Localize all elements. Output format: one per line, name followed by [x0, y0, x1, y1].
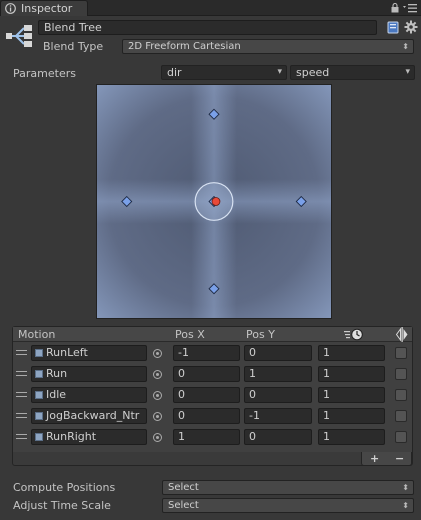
mirror-checkbox[interactable]: [395, 431, 407, 443]
pos-y-field[interactable]: 0: [244, 345, 312, 361]
motion-name: RunRight: [46, 430, 97, 443]
y-parameter-value: speed: [296, 66, 330, 79]
blend-space-visualizer[interactable]: [96, 84, 332, 319]
pos-x-field[interactable]: 1: [173, 429, 240, 445]
animation-clip-icon: [35, 349, 43, 357]
object-picker-icon[interactable]: [153, 370, 162, 379]
motion-name: JogBackward_Ntr: [46, 409, 140, 422]
pos-y-field[interactable]: -1: [244, 408, 312, 424]
blend-tree-icon: [6, 25, 32, 47]
object-picker-icon[interactable]: [153, 391, 162, 400]
column-header-pos-y: Pos Y: [246, 328, 275, 341]
lock-icon[interactable]: [391, 3, 399, 13]
adjust-time-scale-dropdown[interactable]: Select ⬍: [162, 498, 414, 513]
motion-field[interactable]: Idle: [31, 387, 147, 403]
blend-tree-name-field[interactable]: Blend Tree: [38, 20, 377, 35]
compute-positions-label: Compute Positions: [13, 481, 116, 494]
object-picker-icon[interactable]: [153, 433, 162, 442]
mirror-checkbox[interactable]: [395, 389, 407, 401]
time-scale-field[interactable]: 1: [318, 366, 385, 382]
mirror-checkbox[interactable]: [395, 347, 407, 359]
blend-type-value: 2D Freeform Cartesian: [128, 41, 241, 52]
current-position-marker[interactable]: [211, 197, 221, 206]
motion-name: RunLeft: [46, 346, 88, 359]
time-scale-field[interactable]: 1: [318, 429, 385, 445]
updown-arrow-icon: ⬍: [402, 483, 409, 492]
motion-field[interactable]: RunLeft: [31, 345, 147, 361]
drag-handle-icon[interactable]: [16, 434, 27, 439]
pos-x-field[interactable]: 0: [173, 408, 240, 424]
animation-clip-icon: [35, 370, 43, 378]
pos-x-field[interactable]: -1: [173, 345, 240, 361]
drag-handle-icon[interactable]: [16, 371, 27, 376]
x-parameter-dropdown[interactable]: dir ▾: [161, 65, 287, 80]
add-motion-button[interactable]: +: [370, 452, 379, 466]
gear-icon[interactable]: [404, 20, 418, 34]
pos-x-field[interactable]: 0: [173, 387, 240, 403]
blend-type-dropdown[interactable]: 2D Freeform Cartesian ⬍: [122, 39, 414, 54]
remove-motion-button[interactable]: −: [395, 452, 404, 466]
pos-y-field[interactable]: 0: [244, 429, 312, 445]
tab-inspector[interactable]: Inspector: [0, 0, 88, 16]
object-picker-icon[interactable]: [153, 349, 162, 358]
mirror-checkbox[interactable]: [395, 410, 407, 422]
book-icon[interactable]: [387, 21, 399, 34]
motion-field[interactable]: Run: [31, 366, 147, 382]
time-scale-field[interactable]: 1: [318, 408, 385, 424]
column-header-motion: Motion: [18, 328, 56, 341]
drag-handle-icon[interactable]: [16, 350, 27, 355]
list-footer: [361, 452, 412, 466]
updown-arrow-icon: ⬍: [402, 501, 409, 510]
x-parameter-value: dir: [167, 66, 182, 79]
updown-arrow-icon: ⬍: [402, 42, 409, 51]
motion-name: Run: [46, 367, 68, 380]
motion-field[interactable]: RunRight: [31, 429, 147, 445]
mirror-icon: [396, 327, 408, 342]
blend-type-label: Blend Type: [43, 40, 104, 53]
motion-field[interactable]: JogBackward_Ntr: [31, 408, 147, 424]
dropdown-arrow-icon: ▾: [405, 67, 410, 77]
parameters-label: Parameters: [13, 67, 76, 80]
pos-y-field[interactable]: 0: [244, 387, 312, 403]
info-icon: [5, 3, 16, 14]
time-scale-field[interactable]: 1: [318, 345, 385, 361]
adjust-time-scale-value: Select: [168, 500, 199, 511]
time-scale-icon: [344, 328, 363, 341]
adjust-time-scale-label: Adjust Time Scale: [13, 499, 111, 512]
drag-handle-icon[interactable]: [16, 413, 27, 418]
motion-name: Idle: [46, 388, 67, 401]
time-scale-field[interactable]: 1: [318, 387, 385, 403]
animation-clip-icon: [35, 412, 43, 420]
animation-clip-icon: [35, 391, 43, 399]
pos-y-field[interactable]: 1: [244, 366, 312, 382]
y-parameter-dropdown[interactable]: speed ▾: [290, 65, 415, 80]
compute-positions-dropdown[interactable]: Select ⬍: [162, 480, 414, 495]
animation-clip-icon: [35, 433, 43, 441]
column-header-pos-x: Pos X: [175, 328, 205, 341]
pos-x-field[interactable]: 0: [173, 366, 240, 382]
drag-handle-icon[interactable]: [16, 392, 27, 397]
dropdown-arrow-icon: ▾: [277, 67, 282, 77]
tab-title: Inspector: [21, 2, 73, 15]
mirror-checkbox[interactable]: [395, 368, 407, 380]
context-menu-icon[interactable]: [403, 3, 417, 13]
compute-positions-value: Select: [168, 482, 199, 493]
object-picker-icon[interactable]: [153, 412, 162, 421]
